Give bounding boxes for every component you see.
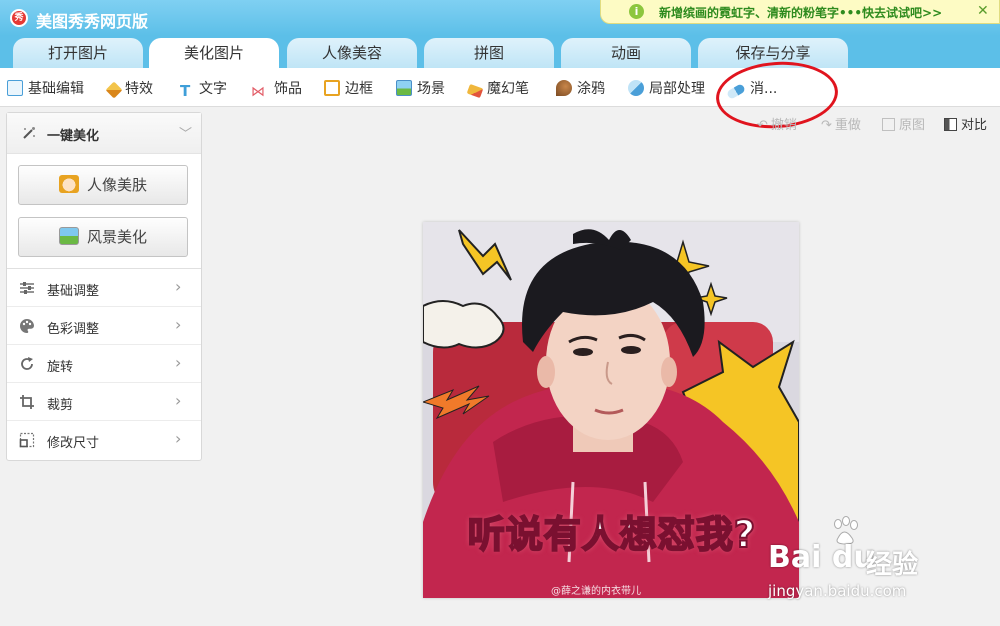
panel-item-resize[interactable]: 修改尺寸 › [7,421,201,458]
baidu-watermark: Bai du 经验 jingyan.baidu.com [768,514,968,606]
panel-item-label: 裁剪 [47,398,74,413]
local-process-icon [628,80,644,96]
app-logo-icon: 秀 [10,9,28,27]
scene-icon [396,80,412,96]
tool-basic-edit[interactable]: 基础编辑 [7,78,84,98]
tool-local-process[interactable]: 局部处理 [628,78,705,98]
close-icon[interactable]: ✕ [977,3,989,19]
chevron-right-icon: › [175,353,182,372]
tool-accessories[interactable]: ⋈ 饰品 [251,78,302,100]
tool-scene[interactable]: 场景 [396,78,445,98]
redo-icon: ↷ [821,118,832,133]
tool-label: 局部处理 [649,81,705,97]
beautify-panel: 一键美化 ﹀ 人像美肤 风景美化 基础调整 › 色彩调整 › 旋转 › 裁剪 ›… [6,112,202,461]
tool-frame[interactable]: 边框 [324,78,373,98]
tab-portrait[interactable]: 人像美容 [287,38,417,68]
resize-icon [19,432,35,448]
basic-edit-icon [7,80,23,96]
tool-magic-pen[interactable]: 魔幻笔 [466,78,529,99]
original-label: 原图 [899,118,926,133]
original-icon [882,118,895,131]
panel-header-label: 一键美化 [47,129,100,144]
watermark-url: jingyan.baidu.com [768,582,907,600]
tool-label: 边框 [345,81,373,97]
info-icon: i [629,4,644,19]
compare-label: 对比 [961,118,988,133]
chevron-right-icon: › [175,315,182,334]
chevron-right-icon: › [175,277,182,296]
compare-icon [944,118,957,131]
panel-item-label: 旋转 [47,360,74,375]
tool-label: 魔幻笔 [487,81,529,97]
chevron-down-icon[interactable]: ﹀ [179,123,192,142]
undo-icon: ↶ [757,118,768,133]
chevron-right-icon: › [175,391,182,410]
crop-icon [20,395,34,409]
app-title: 美图秀秀网页版 [36,12,149,31]
undo-label: 撤销 [770,118,797,133]
photo-credit: @薛之谦的内衣带儿 [551,586,641,597]
photo-caption: 听说有人想怼我? [467,512,757,557]
photo-canvas[interactable]: 听说有人想怼我? @薛之谦的内衣带儿 [423,222,799,598]
panel-item-color-adjust[interactable]: 色彩调整 › [7,307,201,345]
panel-item-rotate[interactable]: 旋转 › [7,345,201,383]
tool-label: 特效 [125,81,153,97]
redo-button[interactable]: ↷ 重做 [821,114,861,133]
landscape-icon [58,227,79,245]
sliders-icon [20,282,34,294]
tool-text[interactable]: T 文字 [180,78,227,100]
panel-item-crop[interactable]: 裁剪 › [7,383,201,421]
watermark-cn: 经验 [866,550,919,580]
bow-icon: ⋈ [251,84,265,100]
portrait-skin-button[interactable]: 人像美肤 [18,165,188,205]
frame-icon [324,80,340,96]
portrait-skin-label: 人像美肤 [86,176,147,194]
edit-toolbar: 基础编辑 特效 T 文字 ⋈ 饰品 边框 场景 魔幻笔 涂鸦 局部处理 消... [0,68,1000,107]
palette-icon [20,319,34,333]
landscape-beautify-button[interactable]: 风景美化 [18,217,188,257]
panel-item-label: 基础调整 [47,284,100,299]
chevron-right-icon: › [175,429,182,448]
redo-label: 重做 [834,118,861,133]
tool-label: 文字 [199,81,227,97]
tool-label: 基础编辑 [28,81,84,97]
notice-bar[interactable]: i 新增缤画的霓虹字、清新的粉笔字•••快去试试吧>> ✕ [600,0,1000,24]
magic-pen-icon [466,83,484,99]
panel-item-label: 色彩调整 [47,322,100,337]
notice-text[interactable]: 新增缤画的霓虹字、清新的粉笔字•••快去试试吧>> [659,4,942,21]
tab-beautify[interactable]: 美化图片 [149,38,279,68]
tool-label: 涂鸦 [577,81,605,97]
tool-label: 场景 [417,81,445,97]
rotate-icon [21,357,33,370]
magic-wand-icon [105,81,123,99]
undo-button[interactable]: ↶ 撤销 [757,114,797,133]
portrait-icon [58,175,79,193]
tab-animation[interactable]: 动画 [561,38,691,68]
landscape-beautify-label: 风景美化 [86,228,147,246]
panel-item-label: 修改尺寸 [47,436,100,451]
compare-button[interactable]: 对比 [944,114,987,133]
tab-open-image[interactable]: 打开图片 [13,38,143,68]
watermark-brand: Bai du [768,540,875,575]
panel-item-basic-adjust[interactable]: 基础调整 › [7,269,201,307]
original-button[interactable]: 原图 [882,114,925,133]
text-t-icon: T [180,82,191,100]
tool-effects[interactable]: 特效 [105,78,153,99]
tab-collage[interactable]: 拼图 [424,38,554,68]
tool-label: 饰品 [274,81,302,97]
tool-doodle[interactable]: 涂鸦 [556,78,605,98]
brush-icon [556,80,572,96]
one-click-beautify-header[interactable]: 一键美化 ﹀ [7,113,201,154]
wand-sparkle-icon [23,127,35,139]
main-tabs: 打开图片 美化图片 人像美容 拼图 动画 保存与分享 [0,36,1000,68]
